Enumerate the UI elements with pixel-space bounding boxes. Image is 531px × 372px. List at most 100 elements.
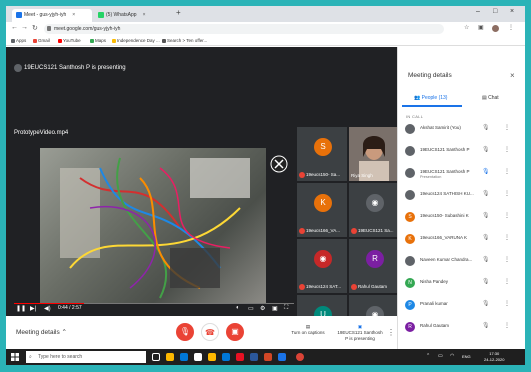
file-explorer-icon[interactable]	[166, 353, 174, 361]
more-options-icon[interactable]: ⋮	[504, 278, 510, 285]
participant-tile[interactable]: Riya Singh	[349, 127, 399, 181]
wifi-icon[interactable]: ◠	[450, 353, 454, 359]
tray-up-icon[interactable]: ⌃	[426, 353, 430, 359]
mic-off-button[interactable]: 🎙	[176, 323, 194, 341]
extension-icon[interactable]: ▣	[478, 24, 484, 31]
new-tab-button[interactable]: +	[176, 8, 181, 17]
participant-row[interactable]: R Rahul Gautam 🎙 ⋮	[398, 319, 525, 338]
profile-avatar[interactable]	[492, 25, 499, 32]
close-icon[interactable]: ×	[72, 12, 75, 18]
participant-row[interactable]: S 19eucs150- Subashini K 🎙 ⋮	[398, 209, 525, 228]
participant-tile[interactable]: K 19eucs166_VA...	[297, 183, 347, 237]
mic-off-icon[interactable]: 🎙	[482, 190, 490, 197]
task-view-icon[interactable]	[152, 353, 160, 361]
settings-icon[interactable]: ⚙	[260, 305, 265, 312]
mic-off-icon[interactable]: 🎙	[482, 168, 490, 175]
more-options-icon[interactable]: ⋮	[504, 322, 510, 329]
chrome-icon[interactable]	[296, 353, 304, 361]
participant-avatar	[405, 256, 415, 266]
bookmark-search[interactable]: Search > Ten offer...	[162, 37, 207, 45]
media-icon[interactable]	[236, 353, 244, 361]
bookmark-independence[interactable]: Independence Day ...	[112, 37, 160, 45]
close-icon[interactable]: ×	[143, 12, 146, 18]
bookmark-apps[interactable]: Apps	[11, 37, 26, 45]
windows-taskbar: ⌕ Type here to search ⌃ ▭ ◠ ENG 17:30 24-…	[6, 349, 525, 365]
more-options-icon[interactable]: ⋮	[504, 124, 510, 131]
mic-off-icon[interactable]: 🎙	[482, 278, 490, 285]
tab-whatsapp[interactable]: (5) WhatsApp ×	[94, 9, 172, 22]
participant-row[interactable]: K 19eucs166_VARUNA K 🎙 ⋮	[398, 231, 525, 250]
autoplay-icon[interactable]: ◐	[236, 305, 240, 311]
video-progress[interactable]	[14, 303, 294, 304]
tab-chat[interactable]: ▤ Chat	[482, 95, 499, 101]
participant-row[interactable]: 19EUCS121 Santhosh P Presentation 🎙 ⋮	[398, 165, 525, 184]
participant-row[interactable]: Naveen Kumar Chandra... 🎙 ⋮	[398, 253, 525, 272]
presenting-button[interactable]: ▣ 19EUCS121 Santhosh P is presenting	[336, 324, 384, 342]
more-options-icon[interactable]: ⋮	[387, 328, 395, 337]
participant-row[interactable]: P Pranali kumar 🎙 ⋮	[398, 297, 525, 316]
captions-icon[interactable]: ▭	[248, 305, 254, 312]
edge-icon[interactable]	[180, 353, 188, 361]
bookmark-youtube[interactable]: YouTube	[58, 37, 81, 45]
mic-off-icon[interactable]: 🎙	[482, 256, 490, 263]
close-icon[interactable]: ×	[510, 71, 515, 80]
powerpoint-icon[interactable]	[264, 353, 272, 361]
windows-start-icon[interactable]	[11, 353, 19, 361]
participant-avatar: K	[314, 194, 332, 212]
bookmark-maps[interactable]: Maps	[90, 37, 106, 45]
participant-name: 19EUCS121 Santhosh P	[420, 147, 470, 152]
mic-off-icon[interactable]: 🎙	[482, 212, 490, 219]
language-indicator[interactable]: ENG	[462, 354, 471, 359]
reload-icon[interactable]: ↻	[32, 24, 38, 32]
star-icon[interactable]: ☆	[464, 24, 469, 31]
meeting-details-button[interactable]: Meeting details ⌃	[16, 328, 67, 336]
taskbar-search-input[interactable]: ⌕ Type here to search	[26, 351, 146, 363]
more-options-icon[interactable]: ⋮	[504, 168, 510, 175]
more-options-icon[interactable]: ⋮	[504, 234, 510, 241]
participant-row[interactable]: N Nisha Pandey 🎙 ⋮	[398, 275, 525, 294]
fullscreen-icon[interactable]: ⛶	[284, 305, 288, 312]
more-options-icon[interactable]: ⋮	[504, 256, 510, 263]
folder-icon[interactable]	[208, 353, 216, 361]
more-options-icon[interactable]: ⋮	[504, 190, 510, 197]
mic-off-icon[interactable]: 🎙	[482, 300, 490, 307]
next-icon[interactable]: ▶|	[30, 305, 36, 312]
close-window-button[interactable]: ×	[510, 8, 514, 15]
minimize-button[interactable]: –	[476, 8, 480, 15]
back-icon[interactable]: ←	[11, 24, 18, 31]
url-input[interactable]: meet.google.com/gus-yjyh-iyh	[44, 24, 444, 34]
tab-people[interactable]: 👥 People (13)	[414, 95, 447, 101]
forward-icon[interactable]: →	[21, 24, 28, 31]
mic-off-icon[interactable]: 🎙	[482, 322, 490, 329]
participant-row[interactable]: Akshat Samirit (You) 🎙 ⋮	[398, 121, 525, 140]
mail-icon[interactable]	[222, 353, 230, 361]
youtube-icon	[58, 38, 62, 43]
menu-icon[interactable]: ⋮	[508, 24, 514, 31]
maximize-button[interactable]: □	[493, 8, 497, 15]
clock[interactable]: 17:30 24-12-2020	[484, 351, 504, 363]
shared-video[interactable]	[40, 148, 266, 304]
participant-tile[interactable]: S 19eucs150- Sa...	[297, 127, 347, 181]
end-call-button[interactable]: ☎	[201, 323, 219, 341]
mic-off-icon[interactable]: 🎙	[482, 234, 490, 241]
participant-tile[interactable]: ◉ 19EUCS121 Sa...	[349, 183, 399, 237]
participant-tile[interactable]: ◉ 19eucs124 SAT...	[297, 239, 347, 293]
captions-button[interactable]: ▤ Turn on captions	[288, 324, 328, 336]
pause-icon[interactable]: ❚❚	[16, 305, 26, 312]
participant-row[interactable]: 19eucs124 SATHISH KU... 🎙 ⋮	[398, 187, 525, 206]
camera-off-button[interactable]: ▣	[226, 323, 244, 341]
mic-off-icon[interactable]: 🎙	[482, 124, 490, 131]
participant-tile[interactable]: R Rahul Gautam	[349, 239, 399, 293]
bookmark-gmail[interactable]: Gmail	[33, 37, 50, 45]
more-options-icon[interactable]: ⋮	[504, 146, 510, 153]
participant-row[interactable]: 19EUCS121 Santhosh P 🎙 ⋮	[398, 143, 525, 162]
miniplayer-icon[interactable]: ▣	[272, 305, 278, 312]
more-options-icon[interactable]: ⋮	[504, 212, 510, 219]
volume-icon[interactable]: ◀)	[44, 305, 51, 312]
store-icon[interactable]	[194, 353, 202, 361]
app-icon[interactable]	[278, 353, 286, 361]
word-icon[interactable]	[250, 353, 258, 361]
mic-off-icon[interactable]: 🎙	[482, 146, 490, 153]
tab-meet[interactable]: Meet - gus-yjyh-iyh ×	[12, 9, 92, 22]
more-options-icon[interactable]: ⋮	[504, 300, 510, 307]
